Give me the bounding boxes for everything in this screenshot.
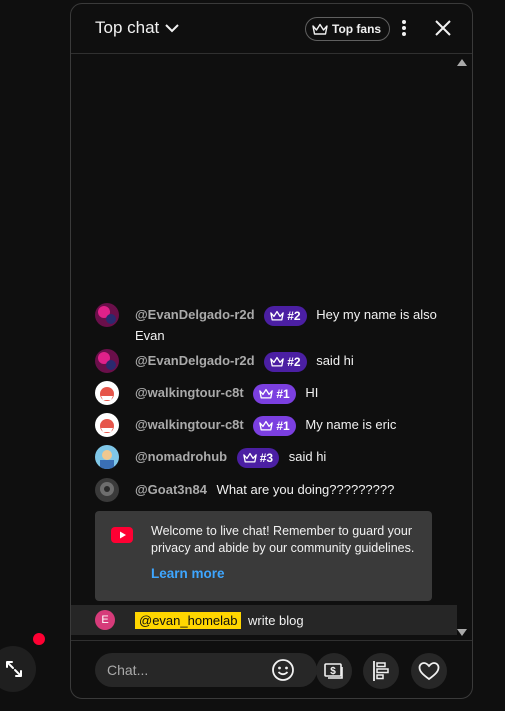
crown-icon <box>242 452 257 463</box>
crown-icon <box>270 356 284 367</box>
chat-message: @Goat3n84 What are you doing????????? <box>95 478 445 502</box>
close-chat-button[interactable] <box>433 18 453 38</box>
chat-input-bar: $ <box>71 640 472 698</box>
poll-icon <box>373 661 389 681</box>
crown-icon <box>259 388 274 399</box>
welcome-text: Welcome to live chat! Remember to guard … <box>151 524 415 555</box>
badge-rank: #2 <box>287 354 301 369</box>
chat-message: @EvanDelgado-r2d #2 Hey my name is also … <box>95 303 445 346</box>
avatar <box>95 413 119 437</box>
close-icon <box>435 20 451 36</box>
message-text: What are you doing????????? <box>216 482 395 497</box>
fullscreen-button[interactable] <box>0 646 36 692</box>
badge-rank: #1 <box>276 418 290 433</box>
message-text: write blog <box>248 613 304 628</box>
svg-text:$: $ <box>330 666 336 677</box>
message-text: HI <box>305 385 319 400</box>
avatar <box>95 381 119 405</box>
message-text: My name is eric <box>305 417 397 432</box>
chat-message: @EvanDelgado-r2d #2 said hi <box>95 349 445 373</box>
more-options-button[interactable] <box>396 18 412 38</box>
avatar <box>95 303 119 327</box>
top-fan-badge: #3 <box>236 447 280 468</box>
expand-icon <box>6 661 22 677</box>
message-author[interactable]: @nomadrohub <box>135 449 227 464</box>
chat-header: Top chat Top fans <box>71 4 472 54</box>
badge-rank: #3 <box>259 450 274 465</box>
avatar: E <box>95 610 115 630</box>
scroll-up-arrow[interactable] <box>457 59 467 66</box>
crown-icon <box>270 310 284 321</box>
message-author[interactable]: @Goat3n84 <box>135 482 207 497</box>
smiley-icon <box>272 659 294 681</box>
chat-message: @walkingtour-c8t #1 HI <box>95 381 445 405</box>
crown-icon <box>259 420 274 431</box>
badge-rank: #2 <box>287 308 301 323</box>
welcome-notice: Welcome to live chat! Remember to guard … <box>95 511 432 601</box>
message-author[interactable]: @walkingtour-c8t <box>135 417 244 432</box>
poll-button[interactable] <box>363 653 399 689</box>
super-chat-dollar-icon: $ <box>324 663 343 679</box>
badge-rank: #1 <box>276 386 290 401</box>
top-fans-label: Top fans <box>332 22 382 36</box>
message-text: said hi <box>316 353 354 368</box>
top-fan-badge: #2 <box>264 305 307 326</box>
top-fans-button[interactable]: Top fans <box>305 17 391 41</box>
top-fan-badge: #2 <box>264 351 307 372</box>
message-text: said hi <box>288 449 327 464</box>
top-fan-badge: #1 <box>253 383 296 404</box>
message-author[interactable]: @EvanDelgado-r2d <box>135 353 255 368</box>
live-chat-panel: Top chat Top fans @EvanDelgado-r2d #2 He… <box>70 3 473 699</box>
scroll-down-arrow[interactable] <box>457 629 467 636</box>
youtube-logo-icon <box>111 527 133 543</box>
author-mention-chip[interactable]: @evan_homelab <box>135 612 242 629</box>
chat-message: @walkingtour-c8t #1 My name is eric <box>95 413 445 437</box>
own-chat-message: E @evan_homelab write blog <box>71 605 457 635</box>
avatar <box>95 445 119 469</box>
message-author[interactable]: @walkingtour-c8t <box>135 385 244 400</box>
chat-mode-label: Top chat <box>95 18 160 37</box>
heart-reaction-button[interactable] <box>411 653 447 689</box>
super-chat-button[interactable]: $ <box>316 653 352 689</box>
chevron-down-icon <box>165 23 179 32</box>
learn-more-link[interactable]: Learn more <box>151 566 225 581</box>
chat-mode-dropdown[interactable]: Top chat <box>95 18 179 38</box>
emoji-button[interactable] <box>271 658 295 682</box>
chat-message: @nomadrohub #3 said hi <box>95 445 445 469</box>
avatar <box>95 349 119 373</box>
top-fan-badge: #1 <box>253 415 296 436</box>
crown-icon <box>312 23 328 35</box>
message-author[interactable]: @EvanDelgado-r2d <box>135 307 255 322</box>
avatar <box>95 478 119 502</box>
more-vert-icon <box>402 20 406 36</box>
heart-icon <box>418 662 440 681</box>
live-indicator-dot <box>33 633 45 645</box>
